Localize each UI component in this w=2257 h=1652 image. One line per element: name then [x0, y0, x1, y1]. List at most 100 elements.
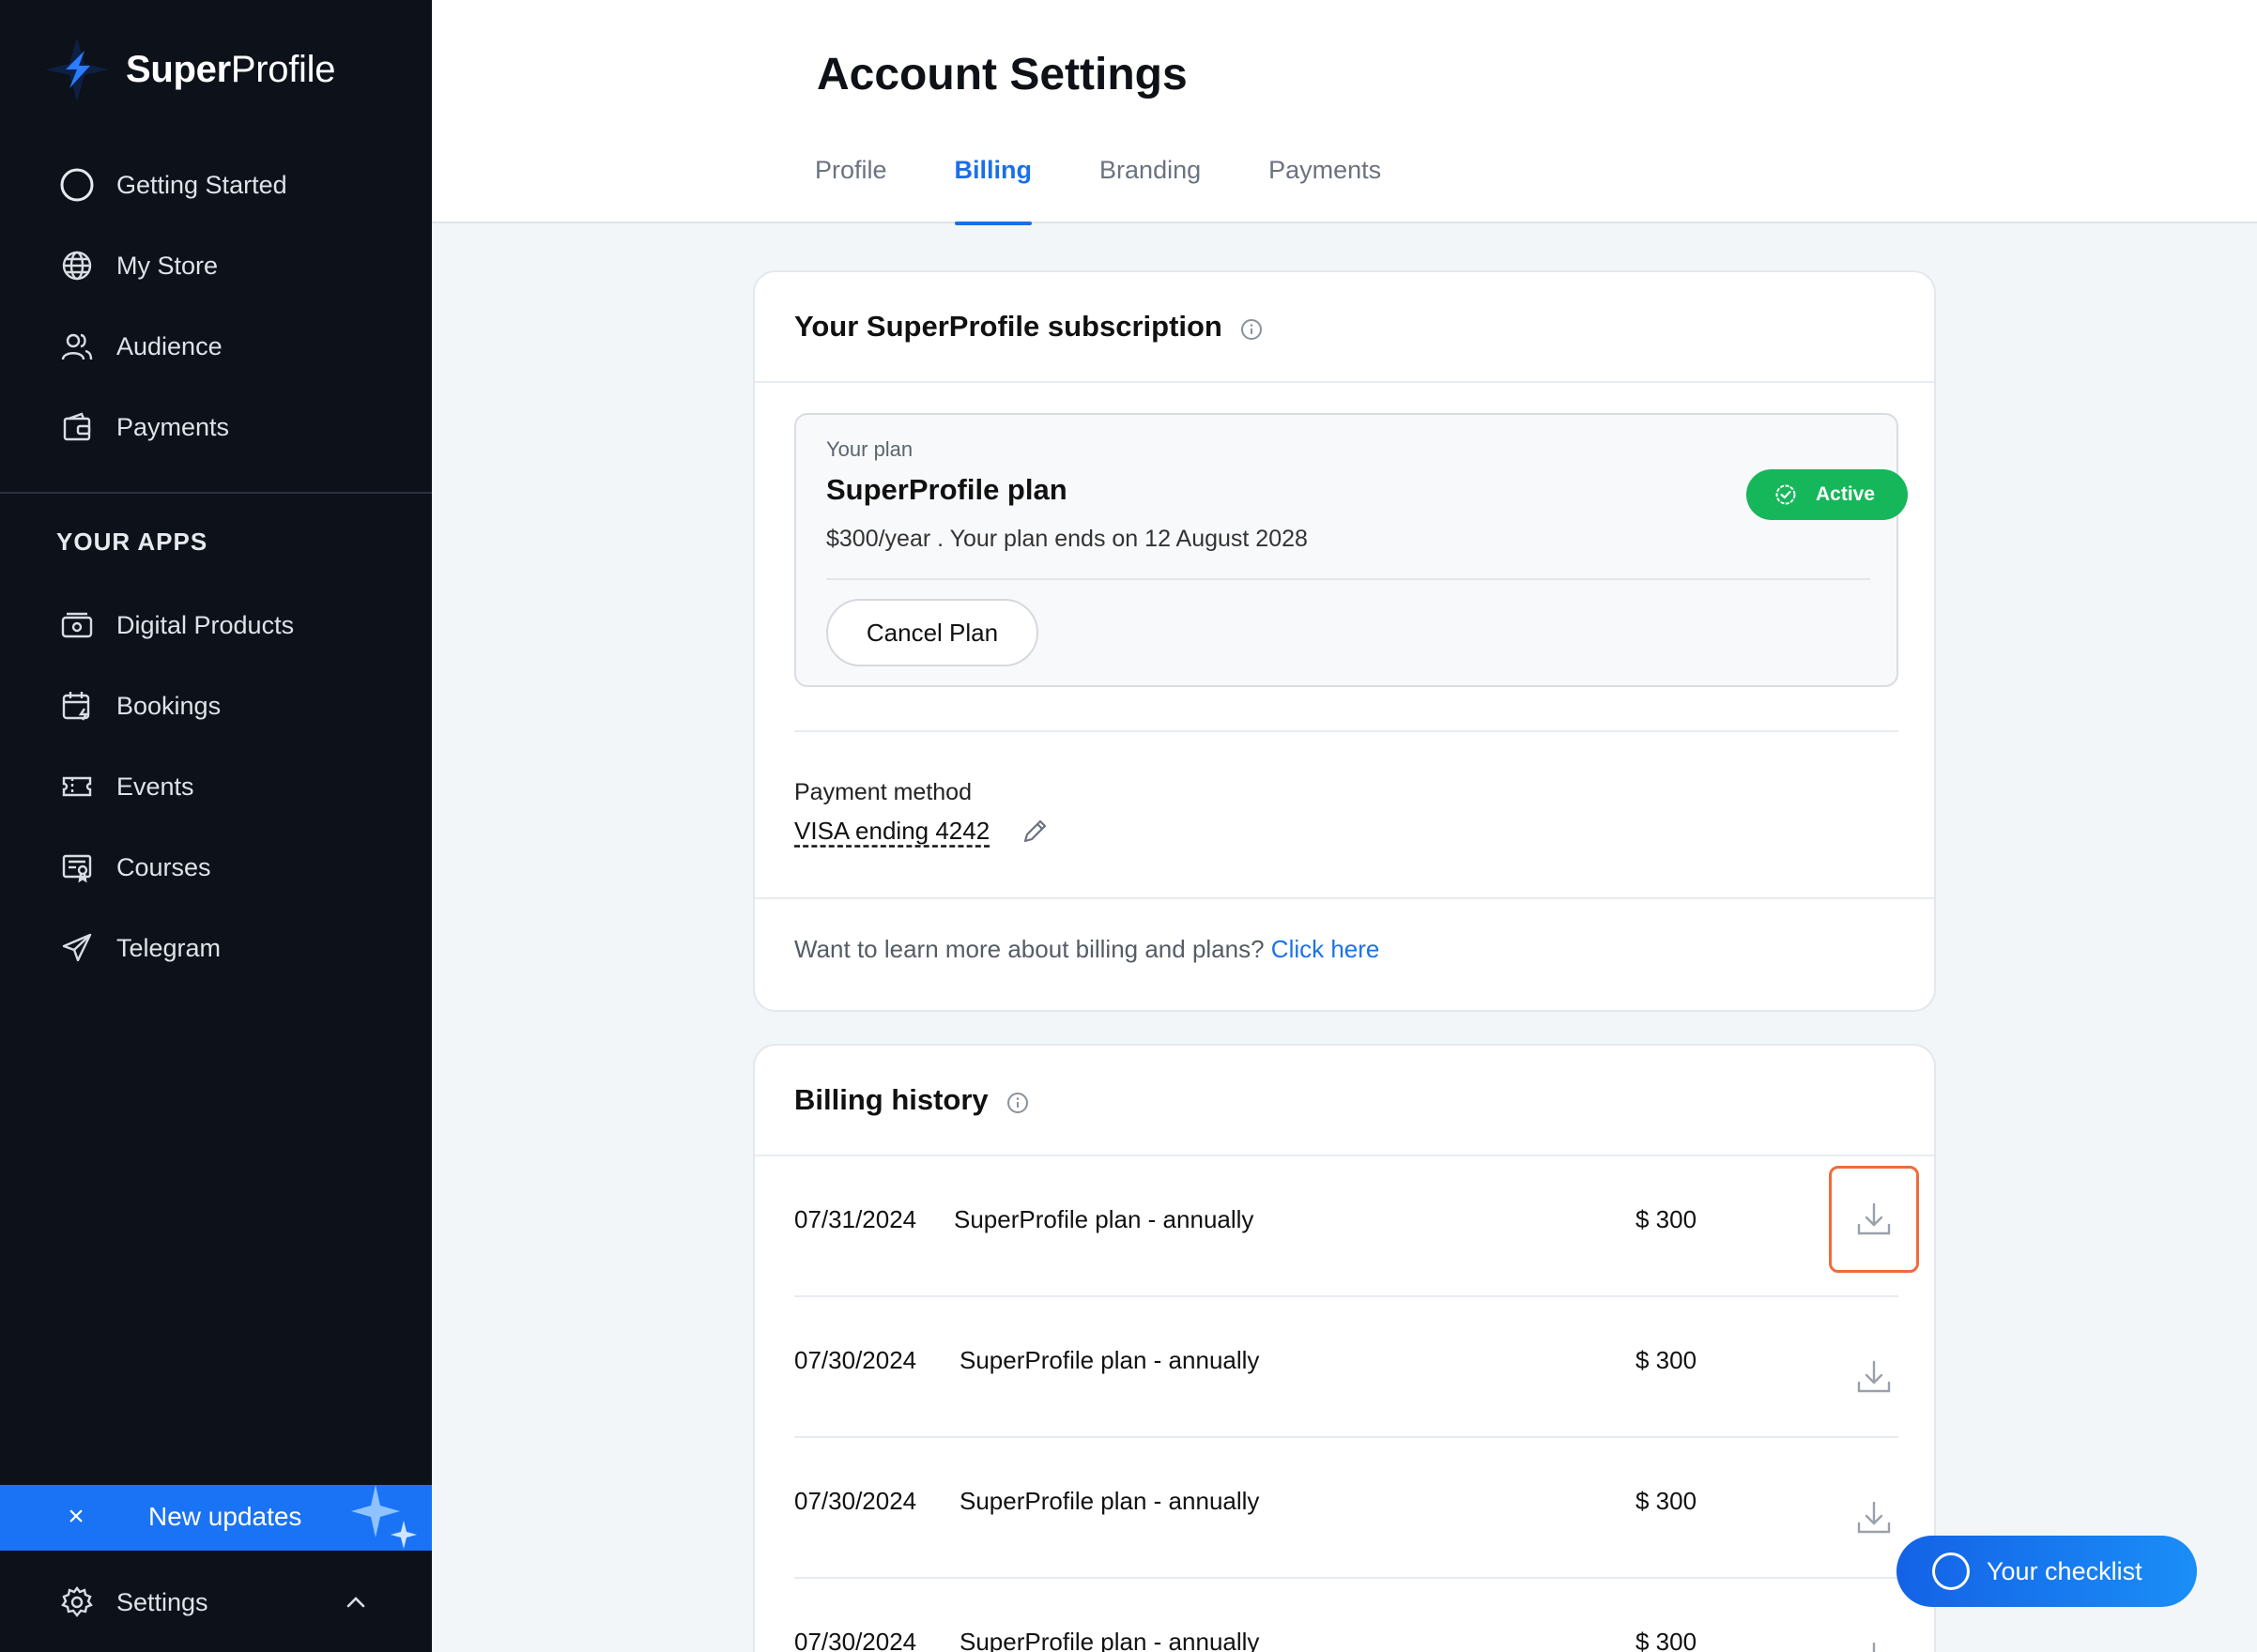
sidebar-item-settings[interactable]: Settings — [0, 1569, 432, 1635]
plan-caption: Your plan — [826, 437, 914, 461]
sidebar-item-courses[interactable]: Courses — [0, 827, 432, 908]
payment-method-label: Payment method — [794, 779, 972, 805]
billing-description: SuperProfile plan - annually — [954, 1205, 1254, 1233]
billing-description: SuperProfile plan - annually — [960, 1346, 1260, 1374]
apps-nav: Digital Products Bookings Events Courses… — [0, 585, 432, 988]
plan-name: SuperProfile plan — [826, 473, 1067, 506]
certificate-icon — [58, 849, 96, 886]
wallet-icon — [58, 408, 96, 446]
billing-date: 07/31/2024 — [794, 1205, 917, 1233]
sidebar-item-label: Bookings — [116, 691, 222, 720]
sidebar-item-label: Getting Started — [116, 170, 287, 199]
sidebar-item-label: My Store — [116, 251, 219, 280]
sidebar-item-label: Payments — [116, 412, 230, 441]
billing-amount: $ 300 — [1635, 1628, 1697, 1652]
chevron-up-icon[interactable] — [344, 1590, 368, 1614]
settings-label: Settings — [116, 1587, 208, 1616]
billing-amount: $ 300 — [1635, 1205, 1697, 1233]
download-invoice-button[interactable] — [1829, 1166, 1919, 1273]
click-here-link[interactable]: Click here — [1271, 935, 1380, 963]
page-header: Account Settings Profile Billing Brandin… — [432, 0, 2257, 225]
tab-branding[interactable]: Branding — [1099, 141, 1201, 223]
subscription-card: Your SuperProfile subscription Your plan… — [753, 270, 1936, 1012]
download-icon — [1857, 1202, 1891, 1235]
sidebar-item-bookings[interactable]: Bookings — [0, 665, 432, 746]
sidebar-item-label: Courses — [116, 852, 211, 881]
status-label: Active — [1816, 483, 1876, 505]
subscription-title: Your SuperProfile subscription — [794, 310, 1222, 343]
billing-history-title: Billing history — [794, 1083, 989, 1116]
section-divider — [755, 897, 1934, 899]
billing-date: 07/30/2024 — [794, 1346, 917, 1374]
table-row: 07/30/2024 SuperProfile plan - annually … — [755, 1579, 1934, 1652]
info-icon[interactable] — [1239, 317, 1264, 342]
table-row: 07/30/2024 SuperProfile plan - annually … — [755, 1438, 1934, 1579]
close-icon[interactable]: × — [64, 1503, 88, 1531]
sidebar-divider — [0, 492, 432, 494]
your-apps-heading: YOUR APPS — [56, 528, 208, 556]
circle-icon — [58, 166, 96, 204]
brand-name-regular: Profile — [230, 48, 336, 90]
new-updates-label: New updates — [148, 1502, 302, 1531]
table-row: 07/30/2024 SuperProfile plan - annually … — [755, 1297, 1934, 1438]
table-row: 07/31/2024 SuperProfile plan - annually … — [755, 1156, 1934, 1297]
download-invoice-button[interactable] — [1829, 1605, 1919, 1652]
billing-description: SuperProfile plan - annually — [960, 1628, 1260, 1652]
your-checklist-button[interactable]: Your checklist — [1896, 1536, 2197, 1607]
plan-divider — [826, 578, 1870, 580]
plan-description: $300/year . Your plan ends on 12 August … — [826, 526, 1308, 552]
learn-more-text: Want to learn more about billing and pla… — [794, 935, 1379, 964]
billing-description: SuperProfile plan - annually — [960, 1487, 1260, 1515]
ticket-icon — [58, 768, 96, 805]
billing-date: 07/30/2024 — [794, 1628, 917, 1652]
users-icon — [58, 328, 96, 365]
learn-more-prompt: Want to learn more about billing and pla… — [794, 935, 1271, 963]
page-title: Account Settings — [817, 50, 1188, 99]
sidebar-item-digital-products[interactable]: Digital Products — [0, 585, 432, 665]
check-badge-icon — [1775, 484, 1796, 505]
billing-amount: $ 300 — [1635, 1487, 1697, 1515]
superprofile-logo-icon — [45, 38, 109, 101]
calendar-icon — [58, 687, 96, 725]
brand-name-bold: Super — [126, 48, 231, 90]
tab-billing[interactable]: Billing — [954, 141, 1032, 225]
progress-ring-icon — [1932, 1553, 1970, 1590]
sidebar-item-label: Digital Products — [116, 610, 295, 639]
new-updates-banner[interactable]: × New updates — [0, 1485, 432, 1551]
sidebar-item-audience[interactable]: Audience — [0, 306, 432, 387]
sidebar-item-my-store[interactable]: My Store — [0, 225, 432, 306]
tab-payments[interactable]: Payments — [1268, 141, 1381, 223]
section-divider — [794, 730, 1898, 732]
main-nav: Getting Started My Store Audience Paymen… — [0, 145, 432, 467]
sidebar-item-label: Events — [116, 772, 194, 801]
billing-date: 07/30/2024 — [794, 1487, 917, 1515]
status-badge: Active — [1746, 469, 1908, 520]
billing-amount: $ 300 — [1635, 1346, 1697, 1374]
pencil-icon[interactable] — [1020, 817, 1050, 847]
sidebar: SuperProfile Getting Started My Store Au… — [0, 0, 432, 1652]
billing-history-card: Billing history 07/31/2024 SuperProfile … — [753, 1044, 1936, 1652]
globe-icon — [58, 247, 96, 284]
sidebar-item-label: Telegram — [116, 933, 222, 962]
sidebar-item-payments[interactable]: Payments — [0, 387, 432, 467]
brand-logo[interactable]: SuperProfile — [43, 36, 335, 103]
download-icon — [1857, 1360, 1891, 1393]
settings-tabs: Profile Billing Branding Payments — [815, 141, 1449, 225]
download-icon — [1872, 1642, 1876, 1652]
info-icon[interactable] — [1006, 1091, 1030, 1115]
download-icon — [1857, 1501, 1891, 1534]
gear-icon — [58, 1583, 96, 1621]
sidebar-item-events[interactable]: Events — [0, 746, 432, 827]
payment-method-value[interactable]: VISA ending 4242 — [794, 817, 990, 846]
checklist-label: Your checklist — [1987, 1556, 2142, 1585]
sparkle-icon — [351, 1485, 417, 1549]
download-invoice-button[interactable] — [1829, 1323, 1919, 1430]
digital-products-icon — [58, 606, 96, 644]
plan-box: Your plan SuperProfile plan $300/year . … — [794, 413, 1908, 687]
cancel-plan-button[interactable]: Cancel Plan — [826, 599, 1038, 666]
send-icon — [58, 929, 96, 967]
tab-profile[interactable]: Profile — [815, 141, 887, 223]
sidebar-item-getting-started[interactable]: Getting Started — [0, 145, 432, 225]
sidebar-item-label: Audience — [116, 331, 223, 360]
sidebar-item-telegram[interactable]: Telegram — [0, 908, 432, 988]
